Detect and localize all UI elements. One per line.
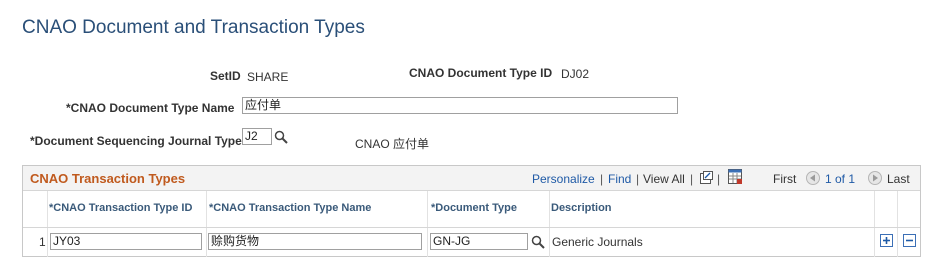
delete-row-button[interactable] <box>903 234 916 247</box>
transaction-type-name-input[interactable]: 赊购货物 <box>208 233 422 250</box>
setid-label: SetID <box>210 69 241 83</box>
download-spreadsheet-icon[interactable] <box>728 169 743 185</box>
seq-journal-type-input[interactable]: J2 <box>242 128 272 145</box>
previous-arrow-icon[interactable] <box>806 171 820 185</box>
find-link[interactable]: Find <box>608 172 631 186</box>
add-row-button[interactable] <box>880 234 893 247</box>
doc-type-id-value: DJ02 <box>561 67 590 81</box>
personalize-link[interactable]: Personalize <box>532 172 595 186</box>
grid-title: CNAO Transaction Types <box>30 171 186 186</box>
column-divider <box>427 191 428 257</box>
next-arrow-icon[interactable] <box>868 171 882 185</box>
col-header-description: Description <box>551 202 612 214</box>
column-divider <box>897 191 898 257</box>
separator: | <box>636 172 640 186</box>
column-divider <box>47 191 48 257</box>
search-icon[interactable] <box>274 130 288 144</box>
separator: | <box>600 172 604 186</box>
seq-journal-type-label: *Document Sequencing Journal Type <box>30 134 242 148</box>
doc-type-name-input[interactable]: 应付单 <box>242 97 678 114</box>
document-type-input[interactable]: GN-JG <box>430 233 528 250</box>
doc-type-id-label: CNAO Document Type ID <box>409 66 553 80</box>
new-window-icon[interactable] <box>699 170 714 185</box>
transaction-types-grid: CNAO Transaction Types Personalize | Fin… <box>22 165 921 257</box>
row-number: 1 <box>39 235 46 249</box>
search-icon[interactable] <box>531 235 545 249</box>
page-title: CNAO Document and Transaction Types <box>22 17 365 38</box>
separator: | <box>690 172 694 186</box>
col-header-document-type: *Document Type <box>431 202 517 214</box>
setid-value: SHARE <box>247 70 289 84</box>
column-divider <box>874 191 875 257</box>
seq-journal-type-description: CNAO 应付单 <box>355 137 430 151</box>
transaction-type-id-input[interactable]: JY03 <box>50 233 202 250</box>
column-divider <box>206 191 207 257</box>
row-range: 1 of 1 <box>825 172 856 186</box>
row-description: Generic Journals <box>552 235 643 249</box>
grid-header: CNAO Transaction Types Personalize | Fin… <box>23 166 920 191</box>
last-label[interactable]: Last <box>887 172 910 186</box>
column-divider <box>549 191 550 257</box>
col-header-transaction-type-name: *CNAO Transaction Type Name <box>209 202 372 214</box>
view-all-link[interactable]: View All <box>643 172 685 186</box>
first-label[interactable]: First <box>773 172 796 186</box>
separator: | <box>717 172 721 186</box>
doc-type-name-label: *CNAO Document Type Name <box>66 101 235 115</box>
col-header-transaction-type-id: *CNAO Transaction Type ID <box>49 202 193 214</box>
header-row-divider <box>23 227 920 228</box>
